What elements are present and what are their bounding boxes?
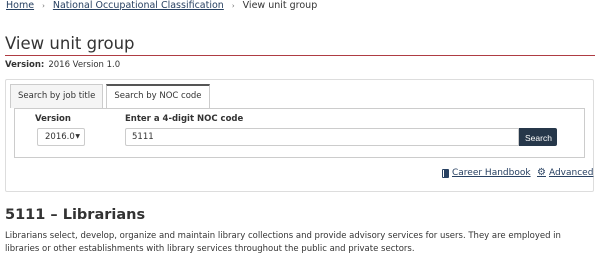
version-select-label: Version <box>35 114 71 124</box>
breadcrumb-current: View unit group <box>242 0 318 11</box>
version-value: 2016 Version 1.0 <box>48 60 121 70</box>
search-tabs: Search by job title Search by NOC code <box>10 84 210 108</box>
chevron-down-icon: ▼ <box>75 133 80 140</box>
tab-search-by-noc-code[interactable]: Search by NOC code <box>106 84 210 108</box>
breadcrumb-home-link[interactable]: Home <box>6 0 34 12</box>
result-description: Librarians select, develop, organize and… <box>5 231 561 254</box>
noc-code-label: Enter a 4-digit NOC code <box>125 114 244 124</box>
advanced-label: Advanced <box>548 168 594 178</box>
breadcrumb-separator: › <box>42 2 45 10</box>
version-select-value: 2016.0 <box>45 132 75 142</box>
breadcrumb: Home › National Occupational Classificat… <box>6 0 317 12</box>
page: Home › National Occupational Classificat… <box>0 0 600 256</box>
title-divider <box>5 55 595 56</box>
version-select[interactable]: 2016.0 ▼ <box>37 128 85 146</box>
breadcrumb-separator: › <box>231 2 235 10</box>
result-title: 5111 – Librarians <box>5 207 146 223</box>
noc-code-input[interactable] <box>125 128 519 146</box>
career-handbook-link[interactable]: Career Handbook <box>442 167 531 179</box>
gear-icon: ⚙ <box>537 167 546 178</box>
breadcrumb-noc-link[interactable]: National Occupational Classification <box>53 0 224 12</box>
version-info: Version: 2016 Version 1.0 <box>5 60 120 71</box>
advanced-link[interactable]: ⚙ Advanced <box>537 167 593 179</box>
page-title: View unit group <box>5 34 135 53</box>
career-handbook-label: Career Handbook <box>452 168 531 178</box>
search-button[interactable]: Search <box>519 128 557 146</box>
tab-search-by-job-title[interactable]: Search by job title <box>10 84 104 108</box>
book-icon <box>442 168 449 178</box>
version-label: Version: <box>5 60 45 70</box>
